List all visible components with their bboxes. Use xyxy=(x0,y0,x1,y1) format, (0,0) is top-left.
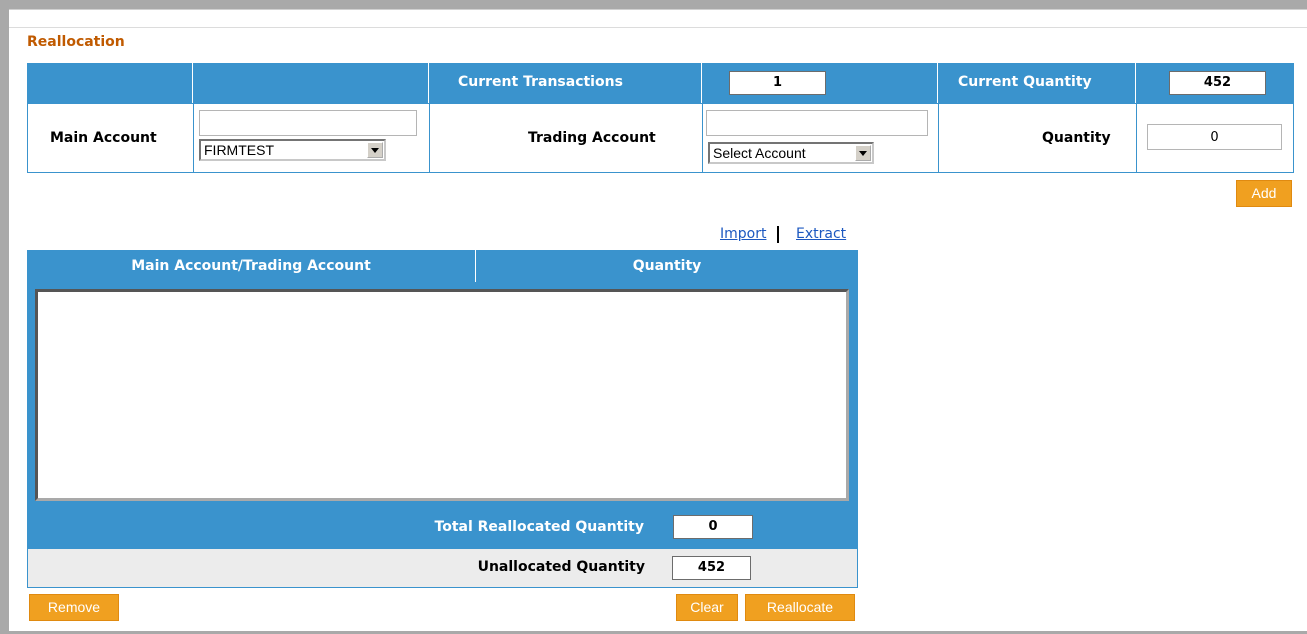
main-account-label-cell: Main Account xyxy=(28,104,194,172)
unallocated-label: Unallocated Quantity xyxy=(477,559,645,575)
current-transactions-value: 1 xyxy=(729,71,826,95)
current-quantity-value: 452 xyxy=(1169,71,1266,95)
current-transactions-value-cell: 1 xyxy=(702,63,938,103)
divider xyxy=(9,9,1307,10)
total-reallocated-label: Total Reallocated Quantity xyxy=(434,519,644,535)
trading-account-select[interactable]: Select Account xyxy=(708,142,874,164)
trading-account-label: Trading Account xyxy=(528,130,656,146)
quantity-label-cell: Quantity xyxy=(939,104,1137,172)
allocation-grid-header: Main Account/Trading Account Quantity xyxy=(27,250,858,282)
current-transactions-cell: Current Transactions xyxy=(429,63,702,103)
divider xyxy=(9,27,1307,28)
quantity-input-cell xyxy=(1137,104,1293,172)
current-quantity-cell: Current Quantity xyxy=(938,63,1136,103)
allocation-form-row: Main Account FIRMTEST Trading Account Se… xyxy=(27,103,1294,173)
window-frame-left xyxy=(0,0,9,634)
column-header-account: Main Account/Trading Account xyxy=(27,250,476,282)
main-account-search-input[interactable] xyxy=(199,110,417,136)
trading-account-select-value: Select Account xyxy=(713,145,806,161)
quantity-input[interactable] xyxy=(1147,124,1282,150)
trading-account-search-input[interactable] xyxy=(706,110,928,136)
clear-button[interactable]: Clear xyxy=(676,594,738,621)
current-quantity-value-cell: 452 xyxy=(1136,63,1294,103)
main-account-select[interactable]: FIRMTEST xyxy=(199,139,386,161)
chevron-down-icon[interactable] xyxy=(855,145,871,161)
import-link[interactable]: Import xyxy=(720,226,766,242)
allocation-grid-body xyxy=(27,282,858,508)
unallocated-value: 452 xyxy=(672,556,751,580)
header-bar: Current Transactions 1 Current Quantity … xyxy=(27,63,1294,103)
main-account-input-cell: FIRMTEST xyxy=(194,104,430,172)
quantity-label: Quantity xyxy=(1042,130,1111,146)
window-frame-top xyxy=(0,0,1307,9)
add-button[interactable]: Add xyxy=(1236,180,1292,207)
total-reallocated-value: 0 xyxy=(673,515,753,539)
trading-account-label-cell: Trading Account xyxy=(430,104,703,172)
current-quantity-label: Current Quantity xyxy=(958,74,1092,90)
extract-link[interactable]: Extract xyxy=(796,226,846,242)
unallocated-row: Unallocated Quantity 452 xyxy=(27,548,858,588)
reallocate-button[interactable]: Reallocate xyxy=(745,594,855,621)
chevron-down-icon[interactable] xyxy=(367,142,383,158)
main-account-select-value: FIRMTEST xyxy=(204,142,274,158)
link-separator xyxy=(777,226,779,243)
section-title: Reallocation xyxy=(27,34,125,50)
header-cell-empty xyxy=(193,63,429,103)
header-cell-empty xyxy=(27,63,193,103)
current-transactions-label: Current Transactions xyxy=(458,74,623,90)
total-reallocated-row: Total Reallocated Quantity 0 xyxy=(27,508,858,548)
trading-account-input-cell: Select Account xyxy=(703,104,939,172)
allocation-list[interactable] xyxy=(35,289,849,501)
main-account-label: Main Account xyxy=(50,130,157,146)
column-header-quantity: Quantity xyxy=(632,258,702,274)
remove-button[interactable]: Remove xyxy=(29,594,119,621)
